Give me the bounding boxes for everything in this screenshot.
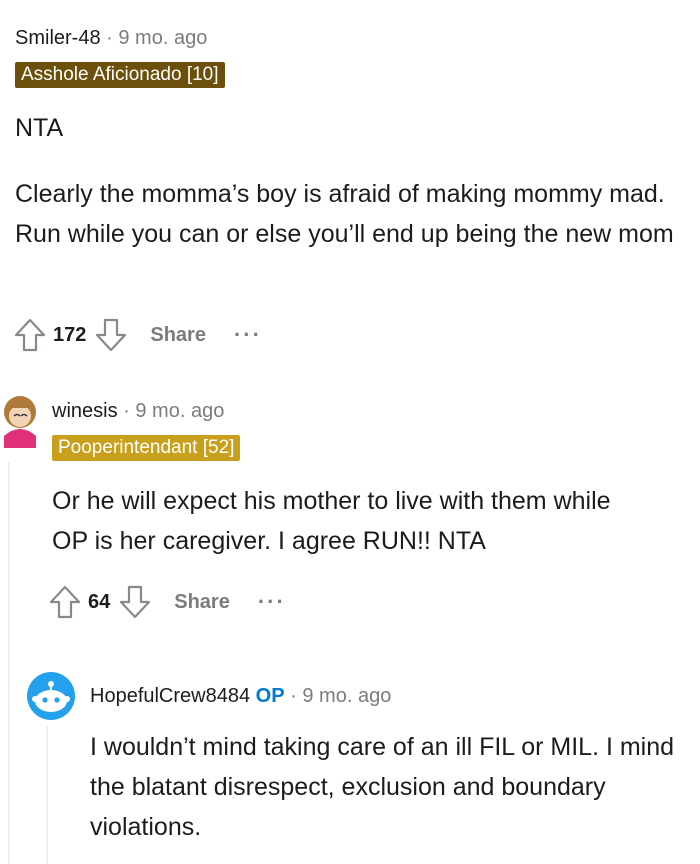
comment-paragraph: Or he will expect his mother to live wit… [52, 487, 611, 555]
downvote-icon[interactable] [118, 584, 152, 620]
username[interactable]: Smiler-48 [15, 27, 101, 49]
timestamp: 9 mo. ago [118, 27, 208, 49]
share-button[interactable]: Share [150, 324, 206, 347]
username[interactable]: winesis [52, 400, 118, 422]
vote-count: 172 [53, 323, 87, 346]
avatar[interactable] [26, 671, 76, 721]
share-button[interactable]: Share [174, 591, 230, 614]
user-flair: Asshole Aficionado [10] [15, 62, 225, 88]
timestamp: 9 mo. ago [302, 685, 392, 707]
comment-meta: HopefulCrew8484 OP · 9 mo. ago [90, 684, 391, 708]
separator: · [290, 685, 297, 707]
comment-paragraph: I wouldn’t mind taking care of an ill FI… [90, 733, 675, 841]
op-badge: OP [255, 685, 285, 707]
comment-meta: winesis · 9 mo. ago [52, 399, 224, 423]
comment-body: NTA Clearly the momma’s boy is afraid of… [15, 108, 685, 254]
thread-line[interactable] [46, 726, 48, 864]
separator: · [123, 400, 130, 422]
comment-body: Or he will expect his mother to live wit… [52, 481, 652, 561]
username[interactable]: HopefulCrew8484 [90, 685, 250, 707]
more-options-icon[interactable]: ··· [234, 322, 262, 348]
comment-actions: 172 Share ··· [13, 315, 262, 355]
comment-paragraph: Clearly the momma’s boy is afraid of mak… [15, 180, 674, 248]
separator: · [106, 27, 113, 49]
timestamp: 9 mo. ago [135, 400, 225, 422]
avatar[interactable] [0, 386, 40, 456]
downvote-icon[interactable] [94, 317, 128, 353]
upvote-icon[interactable] [48, 584, 82, 620]
vote-count: 64 [88, 590, 111, 613]
comment-actions: 64 Share ··· [48, 582, 286, 622]
user-flair: Pooperintendant [52] [52, 435, 241, 461]
comment-body: I wouldn’t mind taking care of an ill FI… [90, 727, 680, 847]
thread-line[interactable] [8, 462, 10, 864]
more-options-icon[interactable]: ··· [258, 589, 286, 615]
comment-paragraph: NTA [15, 114, 64, 142]
comment-meta: Smiler-48 · 9 mo. ago [15, 26, 207, 50]
upvote-icon[interactable] [13, 317, 47, 353]
